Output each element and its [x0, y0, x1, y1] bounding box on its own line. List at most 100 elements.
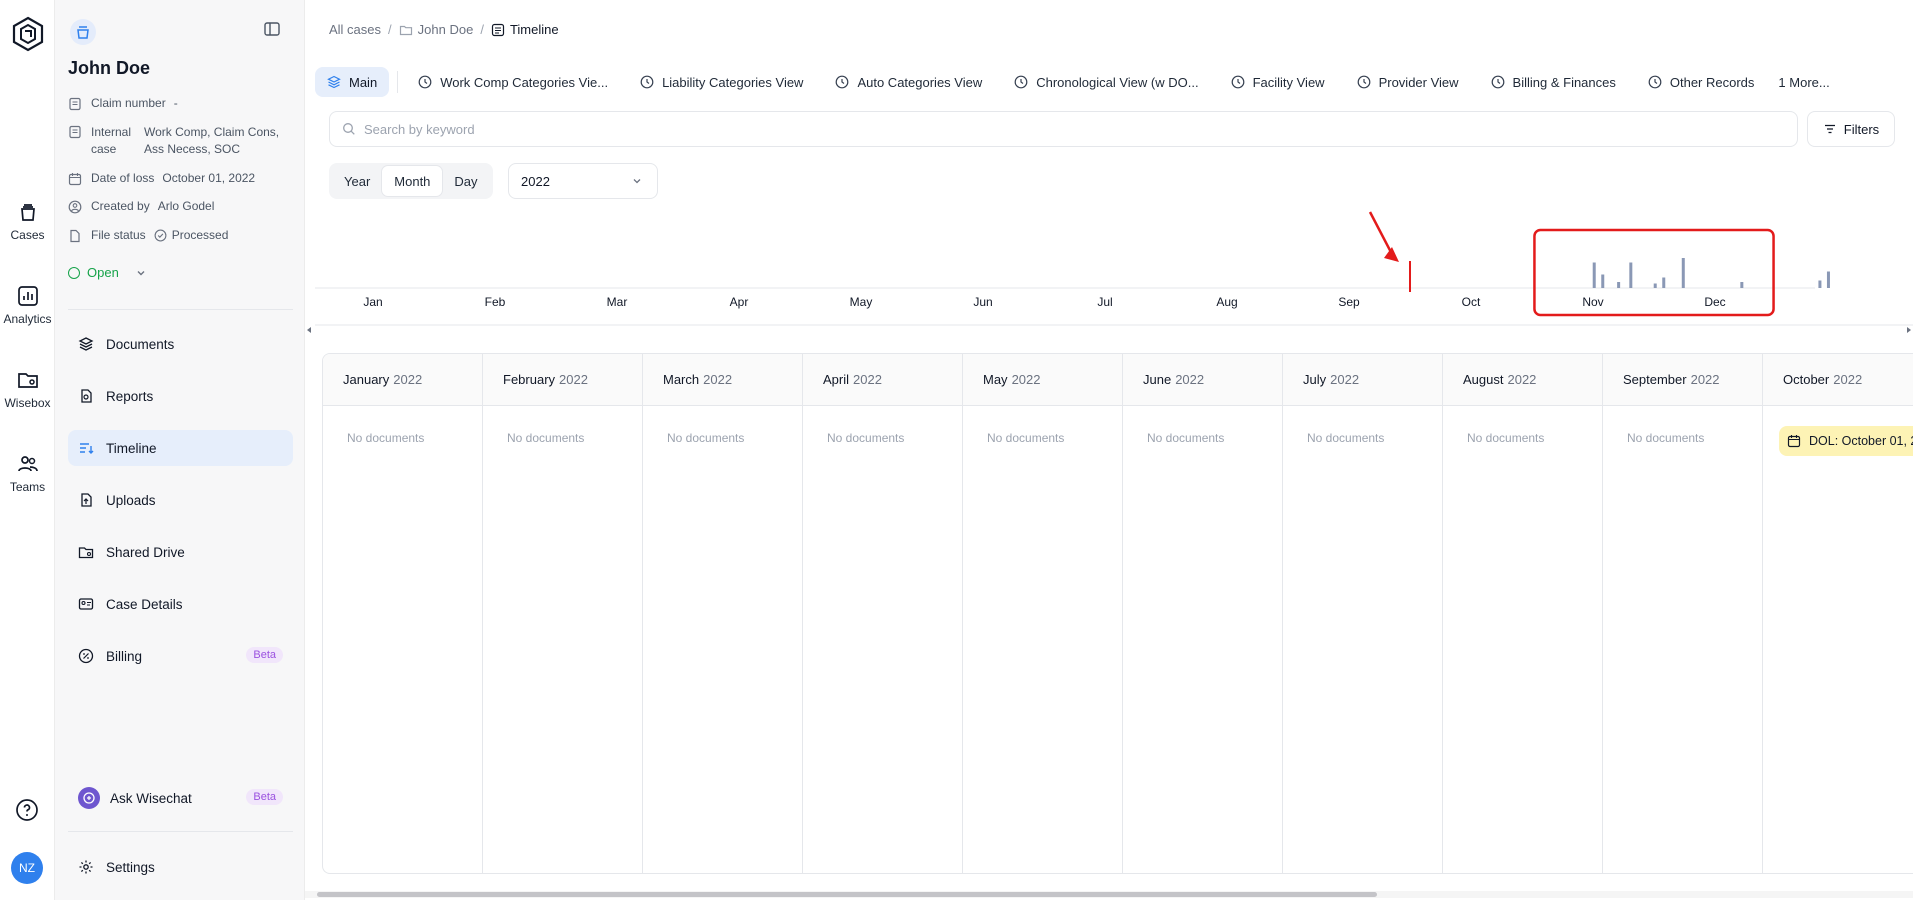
month-name: September — [1623, 372, 1687, 387]
month-header: October 2022 — [1763, 354, 1913, 406]
overview-bar[interactable] — [1653, 283, 1657, 289]
breadcrumb-all-cases[interactable]: All cases — [329, 22, 381, 37]
shared-folder-icon — [78, 547, 94, 559]
tab-other-records[interactable]: Other Records — [1636, 67, 1767, 97]
overview-month-label: Mar — [607, 295, 628, 309]
sidebar-item-settings[interactable]: Settings — [68, 849, 293, 885]
overview-bar[interactable] — [1617, 282, 1621, 288]
tab-liability-categories[interactable]: Liability Categories View — [628, 67, 815, 97]
wisechat-icon — [78, 787, 100, 809]
month-name: October — [1783, 372, 1830, 387]
sidebar-item-label: Settings — [106, 859, 155, 875]
sidebar-item-uploads[interactable]: Uploads — [68, 482, 293, 518]
app-logo-icon[interactable] — [10, 16, 46, 52]
granularity-year-button[interactable]: Year — [332, 166, 382, 196]
overview-month-label: Jan — [363, 295, 382, 309]
overview-bar[interactable] — [1818, 280, 1822, 289]
overview-bar[interactable] — [1681, 258, 1685, 288]
internal-case-row: Internal case Work Comp, Claim Cons, Ass… — [68, 124, 279, 158]
tab-more[interactable]: 1 More... — [1774, 67, 1841, 97]
sidebar-item-shared-drive[interactable]: Shared Drive — [68, 534, 293, 570]
rail-item-wisebox[interactable]: Wisebox — [0, 368, 55, 410]
filters-label: Filters — [1843, 121, 1880, 137]
sidebar-collapse-icon[interactable] — [263, 20, 281, 38]
overview-month-label: Sep — [1338, 295, 1360, 309]
overview-bar[interactable] — [1601, 274, 1605, 289]
month-year: 2022 — [1330, 372, 1360, 387]
month-column: June 2022 No documents — [1123, 354, 1283, 873]
filter-icon — [1824, 124, 1835, 134]
month-name: May — [983, 372, 1008, 387]
no-documents-text: No documents — [667, 431, 745, 445]
granularity-month-button[interactable]: Month — [382, 166, 443, 196]
month-column: January 2022 No documents — [323, 354, 483, 873]
claim-number-label: Claim number — [91, 96, 166, 110]
rail-item-cases[interactable]: Cases — [0, 200, 55, 242]
year-select[interactable]: 2022 — [508, 163, 658, 199]
search-input[interactable] — [364, 121, 1764, 137]
rail-item-label: Analytics — [3, 312, 52, 326]
beta-badge: Beta — [246, 647, 283, 663]
tab-chronological[interactable]: Chronological View (w DO... — [1002, 67, 1210, 97]
file-status-value: Processed — [171, 228, 229, 242]
sidebar-item-case-details[interactable]: Case Details — [68, 586, 293, 622]
month-name: August — [1463, 372, 1504, 387]
overview-bar[interactable] — [1826, 271, 1830, 289]
clock-icon — [1491, 75, 1504, 89]
month-grid: January 2022 No documents February 2022 No do… — [322, 353, 1913, 874]
tab-auto-categories[interactable]: Auto Categories View — [823, 67, 994, 97]
clock-icon — [836, 75, 849, 89]
clock-icon — [1357, 75, 1370, 89]
scroll-right-icon[interactable] — [1905, 326, 1913, 334]
annotation-arrowhead — [1384, 247, 1399, 262]
timeline-overview-chart[interactable]: Jan Feb Mar Apr May Jun Jul Aug Sep Oct Nov Dec — [315, 206, 1913, 326]
breadcrumb-current: Timeline — [509, 22, 559, 37]
calendar-icon — [68, 173, 82, 186]
sidebar-divider — [68, 831, 293, 832]
percent-circle-icon — [78, 648, 94, 664]
overview-bar[interactable] — [1740, 282, 1744, 288]
document-icon — [69, 125, 81, 139]
created-by-label: Created by — [91, 199, 150, 213]
sidebar-item-reports[interactable]: Reports — [68, 378, 293, 414]
tab-work-comp-categories[interactable]: Work Comp Categories Vie... — [406, 67, 620, 97]
rail-item-label: Cases — [10, 228, 45, 242]
scroll-left-icon[interactable] — [305, 326, 313, 334]
tab-facility[interactable]: Facility View — [1219, 67, 1337, 97]
overview-month-label: Jun — [973, 295, 992, 309]
year-select-value: 2022 — [521, 173, 550, 189]
rail-item-teams[interactable]: Teams — [0, 452, 55, 494]
help-icon[interactable] — [15, 798, 39, 822]
horizontal-scrollbar-thumb[interactable] — [317, 892, 1377, 897]
overview-bar[interactable] — [1592, 262, 1596, 289]
upload-icon — [81, 493, 92, 507]
rail-item-analytics[interactable]: Analytics — [0, 284, 55, 326]
sidebar-item-billing[interactable]: Billing Beta — [68, 638, 293, 674]
tab-label: Main — [349, 74, 378, 90]
clock-icon — [1231, 75, 1244, 89]
sidebar-divider — [68, 309, 293, 310]
user-avatar[interactable]: NZ — [11, 852, 43, 884]
case-status-dropdown[interactable]: Open — [68, 265, 147, 280]
month-name: June — [1143, 372, 1172, 387]
sidebar-item-timeline[interactable]: Timeline — [68, 430, 293, 466]
sidebar-item-ask-wisechat[interactable]: Ask Wisechat Beta — [68, 780, 293, 816]
overview-bar[interactable] — [1629, 262, 1633, 289]
tab-billing-finances[interactable]: Billing & Finances — [1479, 67, 1628, 97]
sidebar-item-documents[interactable]: Documents — [68, 326, 293, 362]
tab-provider[interactable]: Provider View — [1345, 67, 1471, 97]
filters-button[interactable]: Filters — [1807, 111, 1895, 147]
reports-icon — [81, 389, 92, 403]
breadcrumb-case[interactable]: John Doe — [418, 22, 474, 37]
tab-label: Work Comp Categories Vie... — [440, 74, 609, 90]
granularity-day-button[interactable]: Day — [442, 166, 489, 196]
sidebar-item-label: Case Details — [106, 596, 183, 612]
dol-event-chip[interactable]: DOL: October 01, 2022 — [1779, 426, 1913, 456]
tab-main[interactable]: Main — [315, 67, 390, 97]
chevron-down-icon — [633, 179, 641, 184]
layers-icon — [327, 75, 341, 89]
overview-month-label: May — [850, 295, 873, 309]
sidebar-item-label: Reports — [106, 388, 154, 404]
overview-bar[interactable] — [1662, 277, 1666, 289]
month-header: August 2022 — [1443, 354, 1602, 406]
